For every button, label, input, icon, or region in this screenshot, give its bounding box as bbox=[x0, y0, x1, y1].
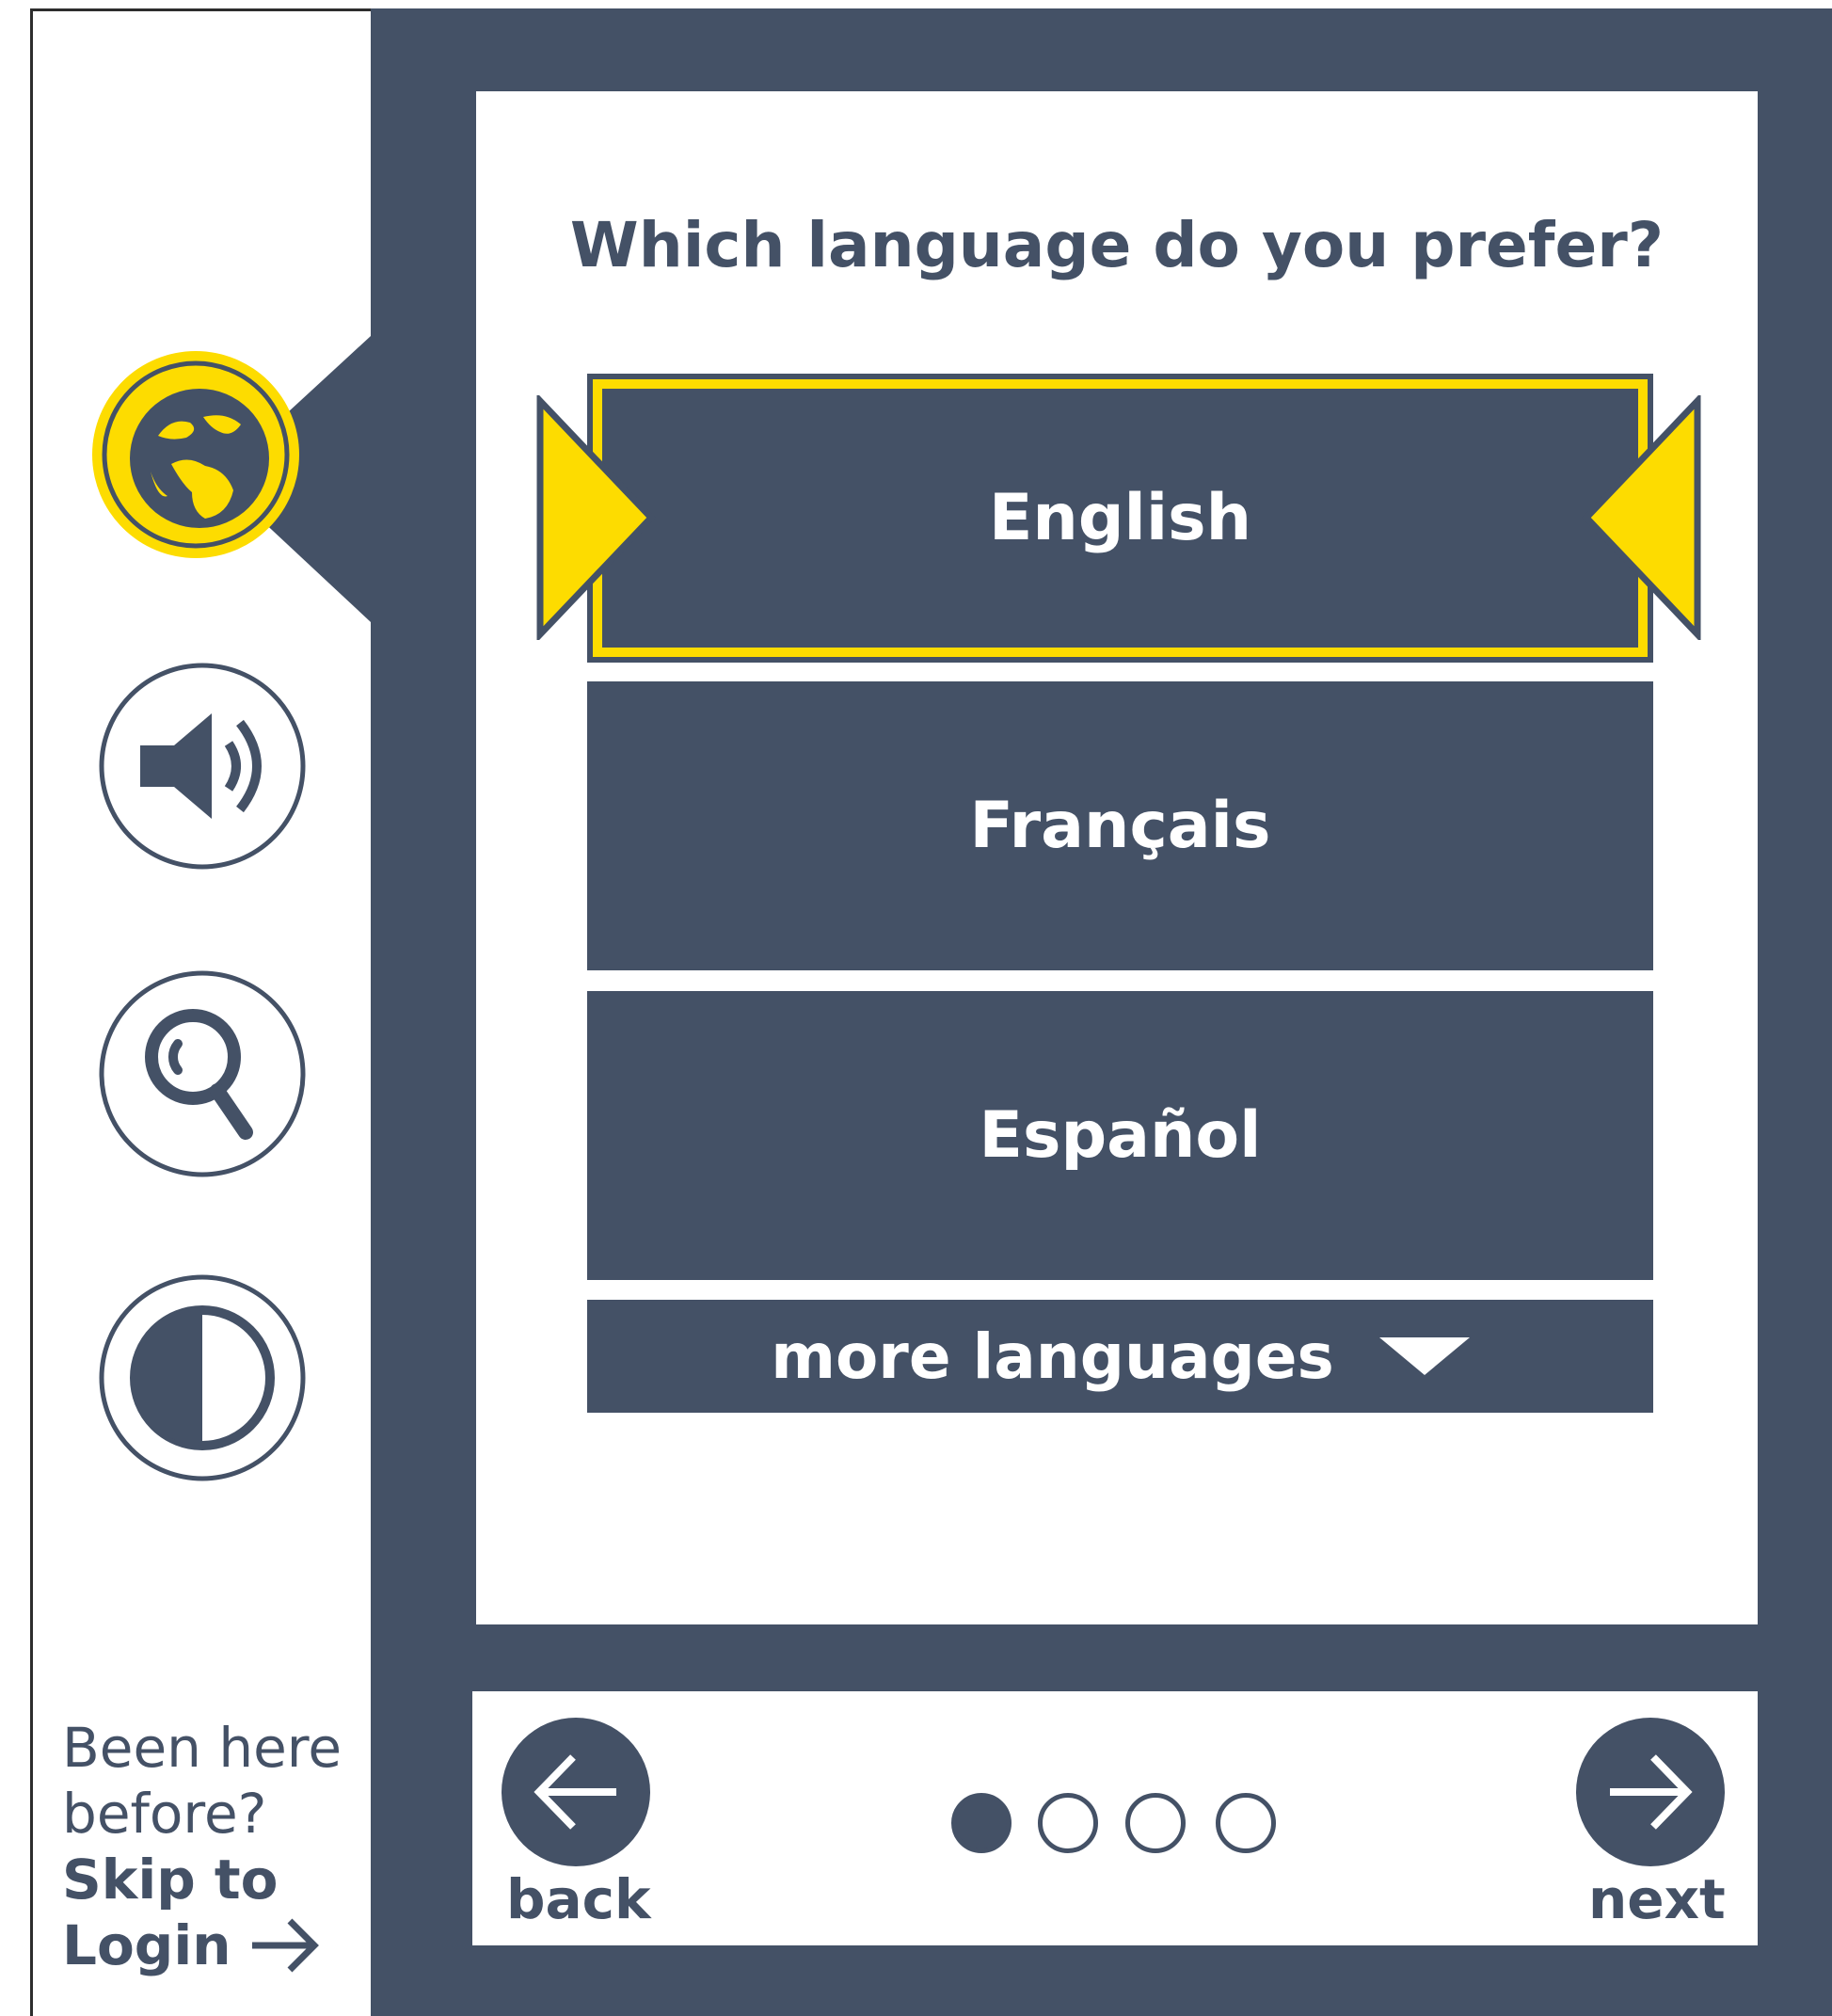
language-label: Español bbox=[979, 1098, 1262, 1173]
step-indicator-dot bbox=[1038, 1793, 1098, 1853]
skip-to-login-link[interactable]: Skip to Login bbox=[62, 1847, 324, 1978]
language-option-francais[interactable]: Français bbox=[587, 681, 1653, 970]
language-option-english[interactable]: English bbox=[587, 374, 1653, 663]
next-button[interactable] bbox=[1576, 1718, 1725, 1866]
next-label[interactable]: next bbox=[1588, 1867, 1726, 1931]
selection-arrow-right-icon bbox=[1582, 395, 1701, 640]
more-languages-label: more languages bbox=[771, 1320, 1334, 1393]
navigation-bar bbox=[472, 1691, 1758, 1945]
back-button[interactable] bbox=[502, 1718, 650, 1866]
language-label: English bbox=[988, 481, 1252, 555]
arrow-left-icon bbox=[534, 1754, 616, 1830]
been-here-line: before? bbox=[62, 1782, 267, 1846]
been-here-line: Been here bbox=[62, 1716, 343, 1780]
speaker-icon[interactable] bbox=[99, 663, 306, 870]
step-indicator-dot bbox=[951, 1793, 1012, 1853]
page-title: Which language do you prefer? bbox=[569, 209, 1665, 281]
more-languages-button[interactable]: more languages bbox=[587, 1300, 1653, 1413]
language-label: Français bbox=[969, 789, 1271, 863]
arrow-right-icon bbox=[1610, 1754, 1693, 1830]
back-label[interactable]: back bbox=[506, 1867, 651, 1931]
skip-line: Login bbox=[62, 1913, 231, 1977]
language-option-espanol[interactable]: Español bbox=[587, 991, 1653, 1280]
skip-line: Skip to bbox=[62, 1848, 279, 1912]
globe-icon[interactable] bbox=[92, 351, 299, 558]
arrow-right-icon bbox=[251, 1918, 319, 1973]
contrast-icon[interactable] bbox=[99, 1274, 306, 1481]
been-here-text: Been here before? bbox=[62, 1715, 342, 1847]
step-indicator-dot bbox=[1125, 1793, 1186, 1853]
chevron-down-icon bbox=[1378, 1337, 1470, 1375]
selection-arrow-left-icon bbox=[536, 395, 656, 640]
step-indicator-dot bbox=[1216, 1793, 1276, 1853]
magnifier-icon[interactable] bbox=[99, 970, 306, 1177]
